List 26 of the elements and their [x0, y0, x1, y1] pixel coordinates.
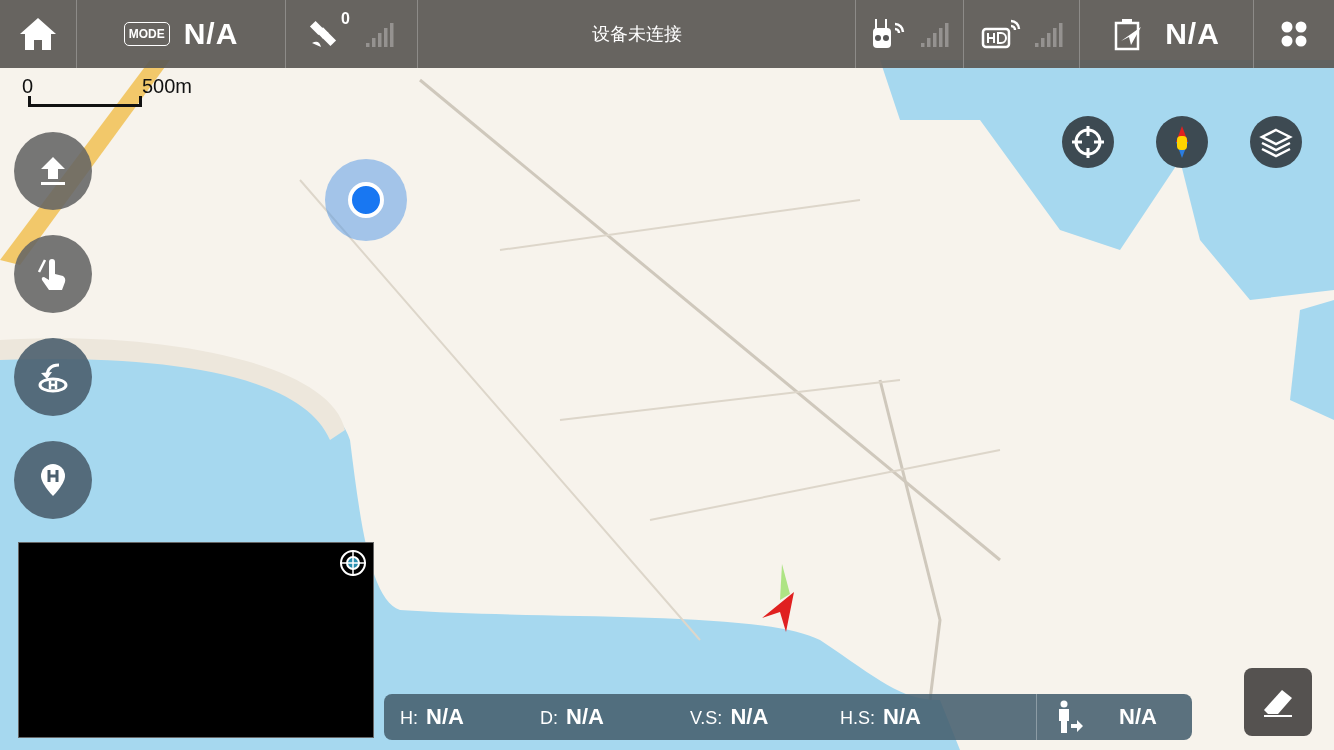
signal-icon	[365, 21, 394, 47]
clear-button[interactable]	[1244, 668, 1312, 736]
telemetry-label: D:	[540, 708, 558, 729]
telemetry-value: N/A	[426, 704, 464, 730]
signal-icon	[1034, 21, 1063, 47]
telemetry-label: H:	[400, 708, 418, 729]
pilot-distance-value: N/A	[1119, 704, 1157, 730]
target-icon	[339, 549, 367, 577]
flight-mode-value: N/A	[183, 17, 239, 51]
telemetry-label: H.S:	[840, 708, 875, 729]
crosshair-icon	[1070, 124, 1106, 160]
battery-plane-icon	[1113, 17, 1144, 51]
battery-value: N/A	[1165, 17, 1220, 51]
menu-icon	[1280, 20, 1308, 48]
telemetry-value: N/A	[566, 704, 604, 730]
connection-status: 设备未连接	[591, 23, 682, 46]
remote-controller-icon	[870, 18, 907, 50]
scale-start: 0	[22, 76, 34, 96]
home-icon	[19, 16, 57, 52]
satellite-count: 0	[341, 10, 350, 28]
hd-video-link-icon	[980, 19, 1021, 49]
mode-badge: MODE	[123, 22, 170, 46]
telemetry-value: N/A	[730, 704, 769, 730]
telemetry-value: N/A	[883, 704, 921, 730]
signal-icon	[920, 21, 949, 47]
telemetry-label: V.S:	[690, 708, 723, 729]
